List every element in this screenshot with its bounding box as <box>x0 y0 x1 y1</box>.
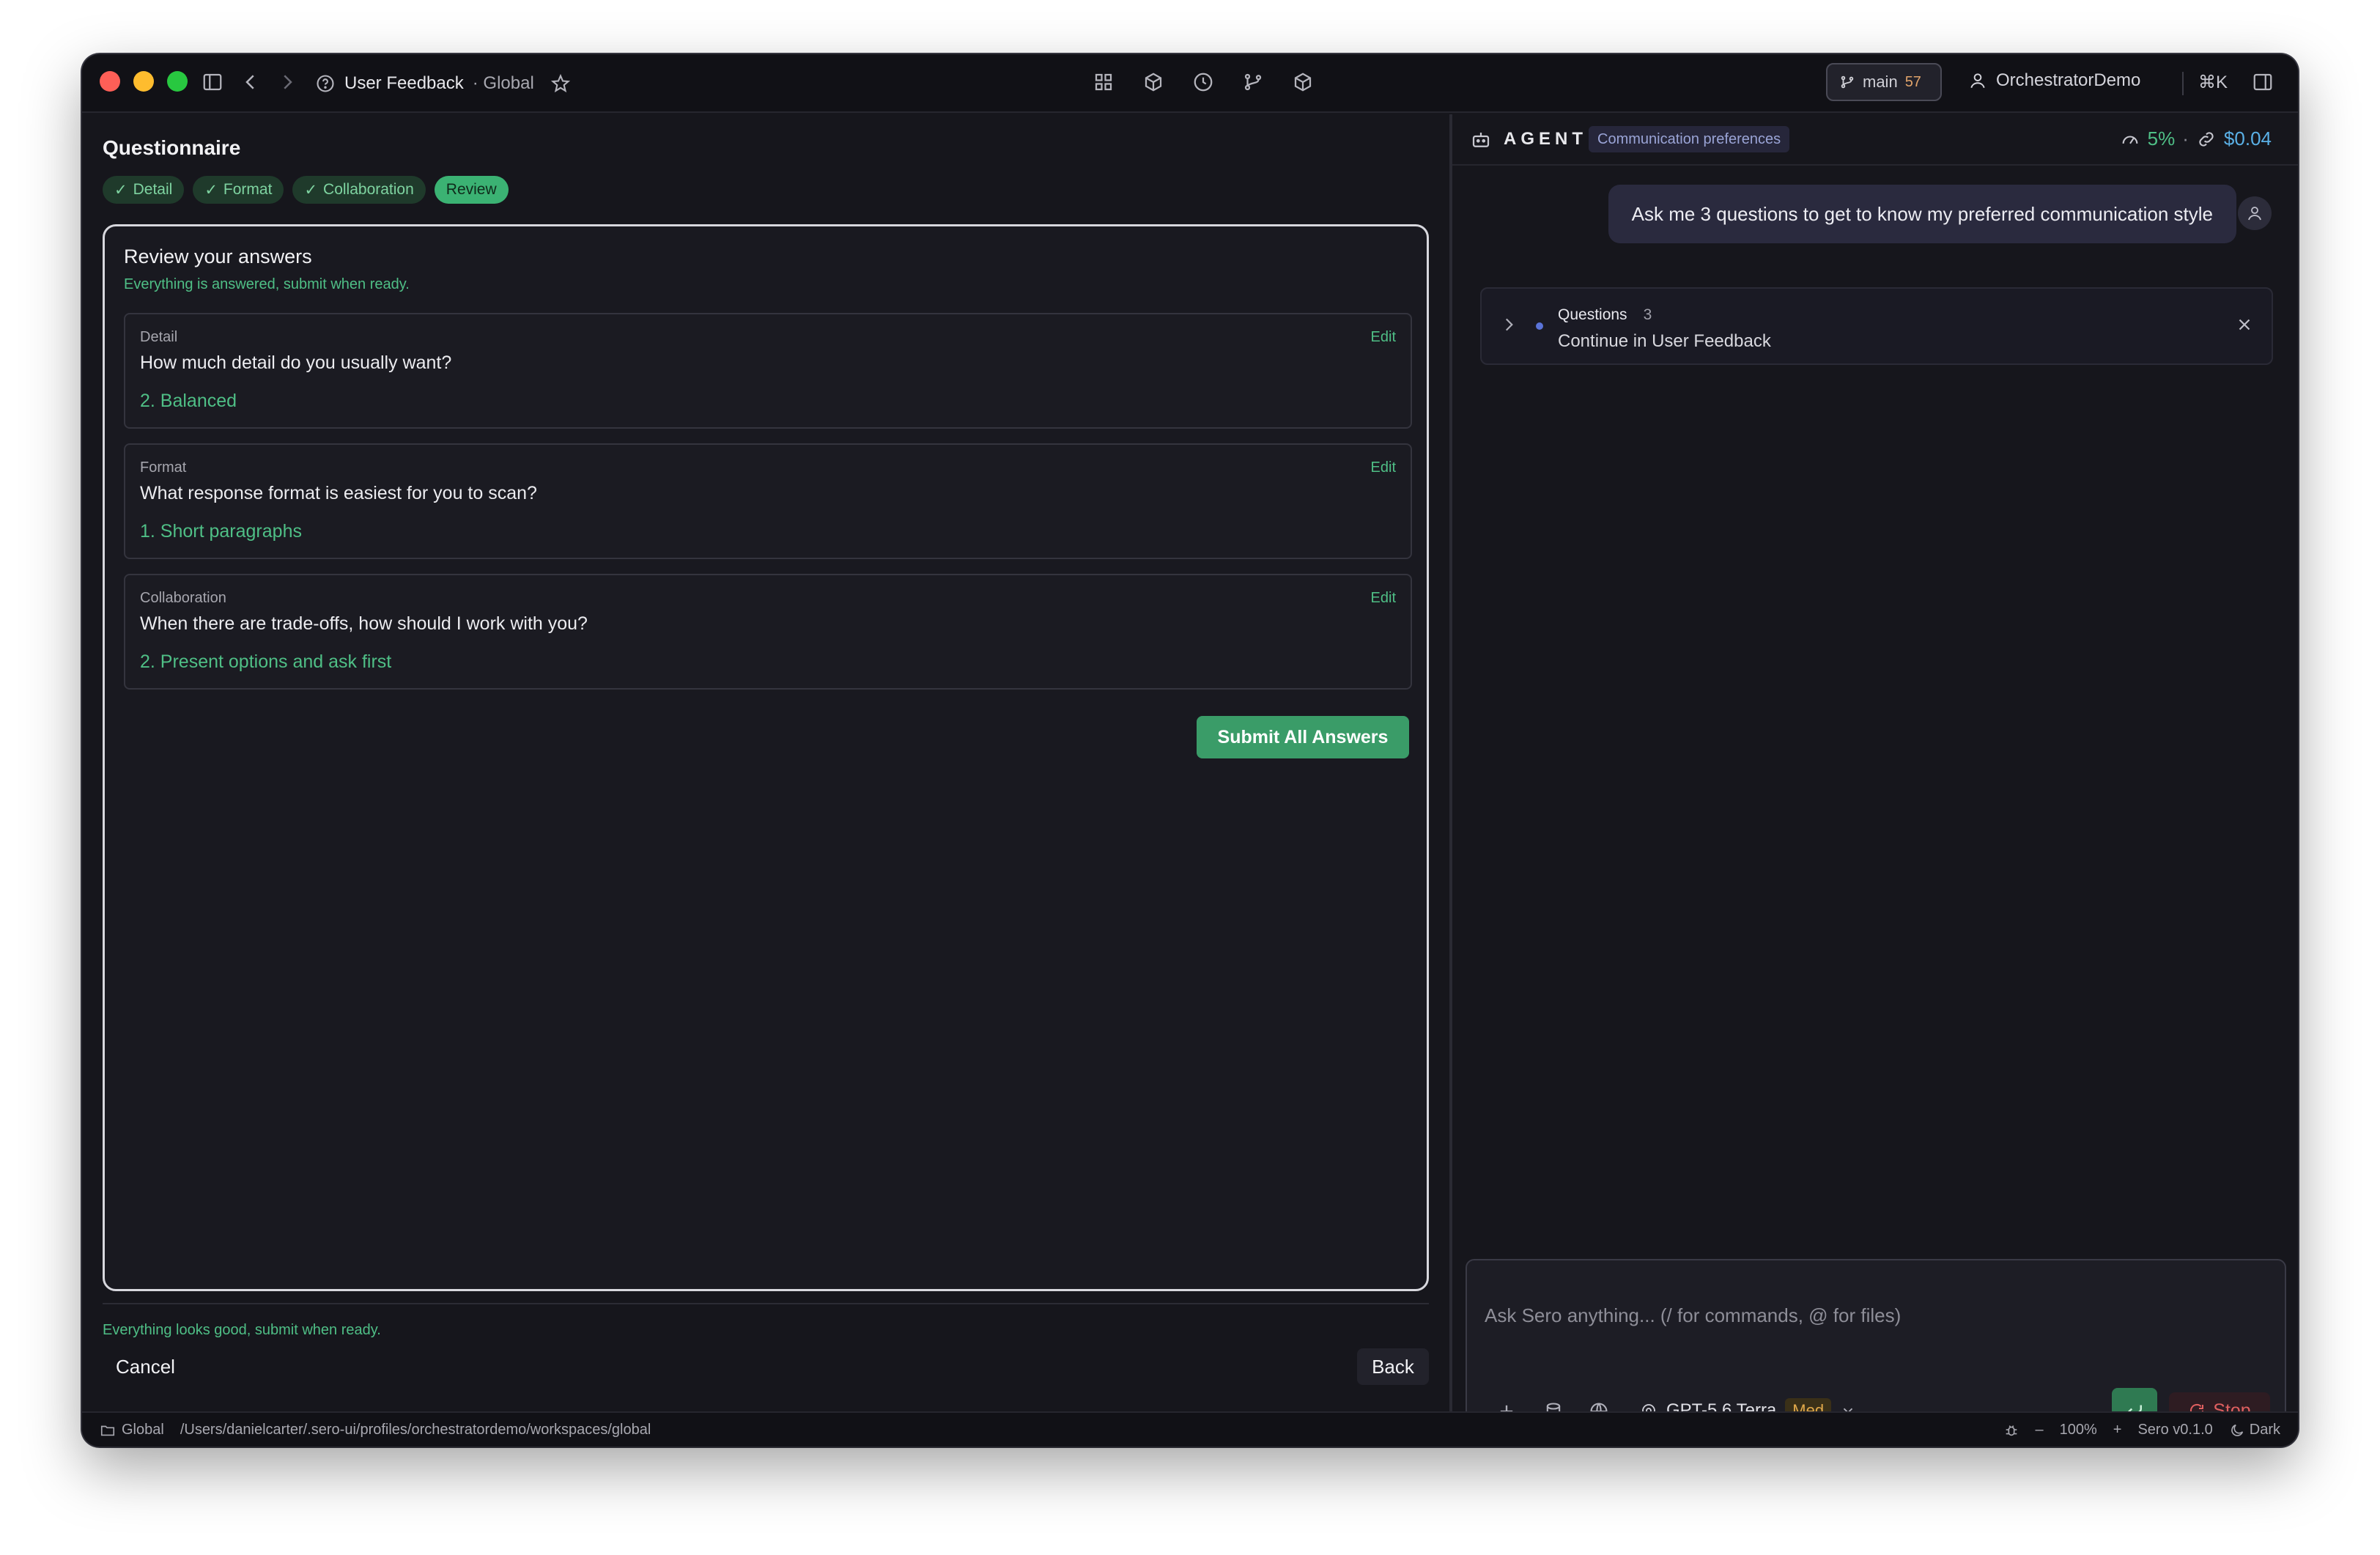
answer-item: Format Edit What response format is easi… <box>124 443 1412 559</box>
branch-button[interactable]: main 57 <box>1826 63 1942 101</box>
close-window-button[interactable] <box>100 71 120 92</box>
answer-question: When there are trade-offs, how should I … <box>140 613 588 634</box>
package-icon[interactable] <box>1288 67 1318 97</box>
status-bar: Global /Users/danielcarter/.sero-ui/prof… <box>82 1411 2298 1447</box>
chevron-right-icon[interactable] <box>1499 315 1518 338</box>
panel-toggle-icon[interactable] <box>2248 67 2277 97</box>
star-icon[interactable] <box>550 73 571 94</box>
back-button[interactable]: Back <box>1357 1348 1429 1385</box>
forward-arrow-icon[interactable] <box>273 67 302 97</box>
status-left: Global /Users/danielcarter/.sero-ui/prof… <box>100 1422 651 1438</box>
answer-value: 1. Short paragraphs <box>140 521 302 542</box>
status-right: – 100% + Sero v0.1.0 Dark <box>2003 1422 2280 1438</box>
session-tag[interactable]: Communication preferences <box>1589 126 1790 152</box>
user-avatar-icon <box>2238 196 2272 230</box>
answer-item: Detail Edit How much detail do you usual… <box>124 313 1412 429</box>
questions-card-subtitle: Continue in User Feedback <box>1558 331 1771 351</box>
step-tab-review[interactable]: Review <box>434 176 509 204</box>
session-cost: $0.04 <box>2223 128 2272 149</box>
page-scope: · Global <box>472 73 534 93</box>
sidebar-toggle-icon[interactable] <box>198 67 227 97</box>
agent-stats: 5% · $0.04 <box>2120 128 2272 150</box>
app-window: User Feedback · Global main 57 Orchestra… <box>82 54 2298 1447</box>
minimize-window-button[interactable] <box>133 71 154 92</box>
agent-panel: AGENT Communication preferences 5% · $0.… <box>1452 114 2298 1447</box>
step-tab-detail[interactable]: ✓ Detail <box>103 176 185 204</box>
footer-divider <box>103 1303 1429 1304</box>
answer-value: 2. Balanced <box>140 391 237 411</box>
title-divider <box>2182 72 2184 95</box>
grid-icon[interactable] <box>1089 67 1118 97</box>
cube-icon[interactable] <box>1139 67 1168 97</box>
answer-category: Collaboration <box>140 590 226 606</box>
answer-value: 2. Present options and ask first <box>140 651 392 672</box>
answer-item: Collaboration Edit When there are trade-… <box>124 574 1412 690</box>
workspace-indicator[interactable]: Global <box>100 1422 164 1438</box>
user-menu[interactable]: OrchestratorDemo <box>1968 70 2140 91</box>
user-message-bubble: Ask me 3 questions to get to know my pre… <box>1608 185 2236 243</box>
questionnaire-title: Questionnaire <box>103 136 241 159</box>
review-subtitle: Everything is answered, submit when read… <box>124 276 410 292</box>
app-version: Sero v0.1.0 <box>2137 1422 2213 1438</box>
edit-link[interactable]: Edit <box>1371 590 1396 607</box>
title-bar: User Feedback · Global main 57 Orchestra… <box>82 54 2298 113</box>
help-circle-icon <box>315 73 336 94</box>
branch-name: main <box>1863 73 1898 91</box>
cancel-button[interactable]: Cancel <box>116 1356 175 1378</box>
review-title: Review your answers <box>124 245 312 267</box>
zoom-out-button[interactable]: – <box>2036 1422 2044 1438</box>
back-arrow-icon[interactable] <box>236 67 265 97</box>
edit-link[interactable]: Edit <box>1371 329 1396 346</box>
edit-link[interactable]: Edit <box>1371 459 1396 476</box>
step-tabs: ✓ Detail ✓ Format ✓ Collaboration Review <box>103 176 509 204</box>
agent-label: AGENT <box>1504 129 1587 149</box>
bot-icon <box>1470 129 1492 151</box>
bug-icon[interactable] <box>2003 1422 2019 1438</box>
answer-category: Detail <box>140 329 178 345</box>
moon-icon <box>2229 1422 2245 1438</box>
step-tab-collaboration[interactable]: ✓ Collaboration <box>292 176 426 204</box>
submit-all-answers-button[interactable]: Submit All Answers <box>1197 716 1409 758</box>
gauge-icon <box>2120 129 2140 149</box>
folder-icon <box>100 1422 116 1438</box>
composer-input[interactable]: Ask Sero anything... (/ for commands, @ … <box>1485 1304 1901 1327</box>
review-card: Review your answers Everything is answer… <box>103 224 1429 1291</box>
check-icon: ✓ <box>304 181 318 199</box>
usage-percent: 5% <box>2147 128 2176 149</box>
check-icon: ✓ <box>114 181 128 199</box>
step-tab-format[interactable]: ✓ Format <box>193 176 284 204</box>
footer-message: Everything looks good, submit when ready… <box>103 1322 381 1338</box>
agent-header: AGENT Communication preferences 5% · $0.… <box>1452 114 2298 166</box>
stat-separator: · <box>2182 128 2189 149</box>
workspace-path: /Users/danielcarter/.sero-ui/profiles/or… <box>180 1422 651 1438</box>
user-name: OrchestratorDemo <box>1996 70 2141 90</box>
page-title: User Feedback <box>344 73 464 93</box>
answer-category: Format <box>140 459 187 476</box>
breadcrumb: User Feedback · Global <box>315 70 571 97</box>
questions-card[interactable]: Questions 3 Continue in User Feedback <box>1480 287 2273 365</box>
link-icon <box>2196 129 2217 149</box>
answer-question: What response format is easiest for you … <box>140 483 537 503</box>
zoom-level: 100% <box>2059 1422 2097 1438</box>
user-icon <box>1968 71 1987 90</box>
command-palette-shortcut[interactable]: ⌘K <box>2198 72 2228 93</box>
questions-card-title: Questions 3 <box>1558 306 1652 323</box>
clock-icon[interactable] <box>1189 67 1218 97</box>
questions-count: 3 <box>1643 306 1652 323</box>
status-dot <box>1536 322 1543 330</box>
git-branch-icon[interactable] <box>1238 67 1268 97</box>
answer-question: How much detail do you usually want? <box>140 352 452 373</box>
git-branch-icon <box>1839 74 1855 90</box>
zoom-in-button[interactable]: + <box>2113 1422 2122 1438</box>
theme-toggle[interactable]: Dark <box>2229 1422 2280 1438</box>
branch-count: 57 <box>1904 73 1921 90</box>
zoom-window-button[interactable] <box>167 71 188 92</box>
questionnaire-panel: Questionnaire ✓ Detail ✓ Format ✓ Collab… <box>82 114 1449 1411</box>
check-icon: ✓ <box>204 181 218 199</box>
close-icon[interactable] <box>2235 315 2254 338</box>
